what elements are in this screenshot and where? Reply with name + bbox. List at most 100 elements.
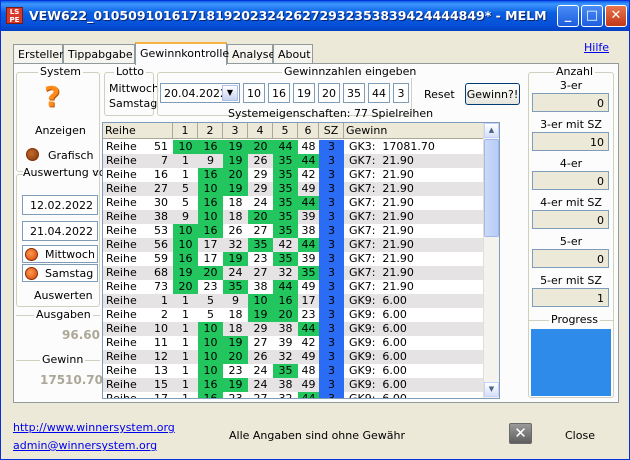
count-value: 0: [532, 210, 609, 229]
row-number-cell: 44: [273, 280, 298, 294]
table-row[interactable]: Reihe 2 1 5 18 19 20 23 3 GK9: 6.00: [103, 308, 485, 322]
row-number-cell: 19: [223, 336, 248, 350]
row-number-cell: 20: [198, 266, 223, 280]
tab-about[interactable]: About: [273, 44, 313, 64]
table-scrollbar[interactable]: ▲ ▼: [483, 123, 499, 398]
table-row[interactable]: Reihe 7 1 9 19 26 35 44 3 GK7: 21.90: [103, 154, 485, 168]
scroll-thumb[interactable]: [484, 139, 499, 237]
header-reihe[interactable]: Reihe: [103, 123, 173, 139]
table-row[interactable]: Reihe 16 1 16 20 29 35 42 3 GK7: 21.90: [103, 168, 485, 182]
website-link[interactable]: http://www.winnersystem.org: [13, 421, 175, 434]
tab-tippabgabe[interactable]: Tippabgabe: [63, 44, 135, 64]
row-number: 27: [154, 182, 168, 195]
row-gewinn: GK9: 6.00: [349, 378, 407, 391]
row-superzahl: 3: [319, 392, 344, 398]
row-number-cell: 27: [253, 336, 268, 349]
header-5[interactable]: 5: [273, 123, 298, 139]
superzahl-field[interactable]: 3: [393, 83, 409, 103]
number-2-field[interactable]: 16: [268, 83, 290, 103]
count-label: 3-er: [559, 79, 583, 92]
close-button[interactable]: Close: [565, 429, 595, 442]
header-6[interactable]: 6: [298, 123, 319, 139]
anzeigen-button[interactable]: Anzeigen: [35, 124, 86, 137]
row-number-cell: 1: [182, 294, 189, 307]
row-label: Reihe: [106, 154, 137, 167]
table-row[interactable]: Reihe 10 1 10 18 29 38 44 3 GK9: 6.00: [103, 322, 485, 336]
table-row[interactable]: Reihe 27 5 10 19 29 35 49 3 GK7: 21.90: [103, 182, 485, 196]
table-row[interactable]: Reihe 38 9 10 18 20 35 39 3 GK7: 21.90: [103, 210, 485, 224]
lotto-day1[interactable]: Mittwoch: [109, 82, 159, 95]
header-gewinn[interactable]: Gewinn: [344, 123, 485, 139]
minimize-button[interactable]: _: [557, 5, 579, 27]
row-number-cell: 1: [182, 336, 189, 349]
samstag-radio[interactable]: [25, 267, 38, 280]
row-number-cell: 24: [228, 266, 243, 279]
mittwoch-option[interactable]: Mittwoch: [22, 245, 98, 263]
table-row[interactable]: Reihe 51 10 16 19 20 44 48 3 GK3: 17081.70: [103, 140, 485, 154]
close-x-icon[interactable]: ✕: [509, 423, 532, 444]
table-row[interactable]: Reihe 68 19 20 24 27 32 35 3 GK7: 21.90: [103, 266, 485, 280]
number-4-field[interactable]: 20: [318, 83, 340, 103]
header-4[interactable]: 4: [248, 123, 273, 139]
row-number-cell: 19: [223, 378, 248, 392]
help-link[interactable]: Hilfe: [584, 41, 609, 54]
lotto-day2[interactable]: Samstag: [109, 97, 157, 110]
number-6-field[interactable]: 44: [368, 83, 390, 103]
table-row[interactable]: Reihe 15 1 16 19 24 38 49 3 GK9: 6.00: [103, 378, 485, 392]
row-number-cell: 49: [301, 378, 316, 391]
row-superzahl: 3: [319, 350, 344, 364]
question-icon[interactable]: ?: [44, 82, 68, 112]
auswerten-button[interactable]: Auswerten: [34, 289, 93, 302]
app-icon: LS PE: [6, 7, 23, 24]
row-gewinn: GK7: 21.90: [349, 168, 414, 181]
table-row[interactable]: Reihe 30 5 16 18 24 35 44 3 GK7: 21.90: [103, 196, 485, 210]
row-number-cell: 20: [223, 168, 248, 182]
row-superzahl: 3: [319, 280, 344, 294]
row-gewinn: GK7: 21.90: [349, 210, 414, 223]
gewinn-check-button[interactable]: Gewinn?!: [465, 83, 520, 105]
mittwoch-radio[interactable]: [25, 248, 38, 261]
table-row[interactable]: Reihe 53 10 16 26 27 35 38 3 GK7: 21.90: [103, 224, 485, 238]
date-select[interactable]: 20.04.2022 ▼: [160, 83, 240, 103]
number-3-field[interactable]: 19: [293, 83, 315, 103]
row-number-cell: 17: [203, 238, 218, 251]
tab-gewinnkontrolle[interactable]: Gewinnkontrolle: [135, 42, 229, 65]
date-from-field[interactable]: 12.02.2022: [22, 195, 98, 215]
count-label: 5-er mit SZ: [540, 274, 602, 287]
table-row[interactable]: Reihe 56 10 17 32 35 42 44 3 GK7: 21.90: [103, 238, 485, 252]
close-window-button[interactable]: ✕: [605, 5, 627, 27]
maximize-button[interactable]: □: [581, 5, 603, 27]
system-properties: Systemeigenschaften: 77 Spielreihen: [228, 107, 434, 120]
gewinn-value: 17510.70: [40, 373, 104, 387]
grafisch-radio[interactable]: [26, 148, 39, 161]
header-sz[interactable]: SZ: [319, 123, 344, 139]
header-1[interactable]: 1: [173, 123, 198, 139]
scroll-up-icon[interactable]: ▲: [484, 123, 499, 138]
chevron-down-icon[interactable]: ▼: [222, 85, 238, 101]
number-5-field[interactable]: 35: [343, 83, 365, 103]
table-row[interactable]: Reihe 17 1 16 23 27 32 44 3 GK9: 6.00: [103, 392, 485, 398]
tab-analyse[interactable]: Analyse: [227, 44, 275, 64]
table-row[interactable]: Reihe 12 1 10 20 26 32 49 3 GK9: 6.00: [103, 350, 485, 364]
table-row[interactable]: Reihe 11 1 10 19 27 39 42 3 GK9: 6.00: [103, 336, 485, 350]
table-row[interactable]: Reihe 73 20 23 35 38 44 49 3 GK7: 21.90: [103, 280, 485, 294]
reset-button[interactable]: Reset: [424, 88, 455, 101]
row-number-cell: 19: [248, 308, 273, 322]
row-superzahl: 3: [319, 196, 344, 210]
row-number-cell: 39: [301, 210, 316, 223]
number-1-field[interactable]: 10: [243, 83, 265, 103]
row-number-cell: 23: [203, 280, 218, 293]
email-link[interactable]: admin@winnersystem.org: [13, 439, 157, 452]
header-2[interactable]: 2: [198, 123, 223, 139]
table-row[interactable]: Reihe 13 1 10 23 24 35 48 3 GK9: 6.00: [103, 364, 485, 378]
row-label: Reihe: [106, 322, 137, 335]
row-label: Reihe: [106, 182, 137, 195]
samstag-option[interactable]: Samstag: [22, 264, 98, 282]
table-row[interactable]: Reihe 59 16 17 19 23 35 39 3 GK7: 21.90: [103, 252, 485, 266]
date-to-field[interactable]: 21.04.2022: [22, 221, 98, 241]
tab-erstellen[interactable]: Erstellen: [13, 44, 66, 64]
row-gewinn: GK7: 21.90: [349, 154, 414, 167]
scroll-down-icon[interactable]: ▼: [484, 382, 499, 397]
header-3[interactable]: 3: [223, 123, 248, 139]
table-row[interactable]: Reihe 1 1 5 9 10 16 17 3 GK9: 6.00: [103, 294, 485, 308]
